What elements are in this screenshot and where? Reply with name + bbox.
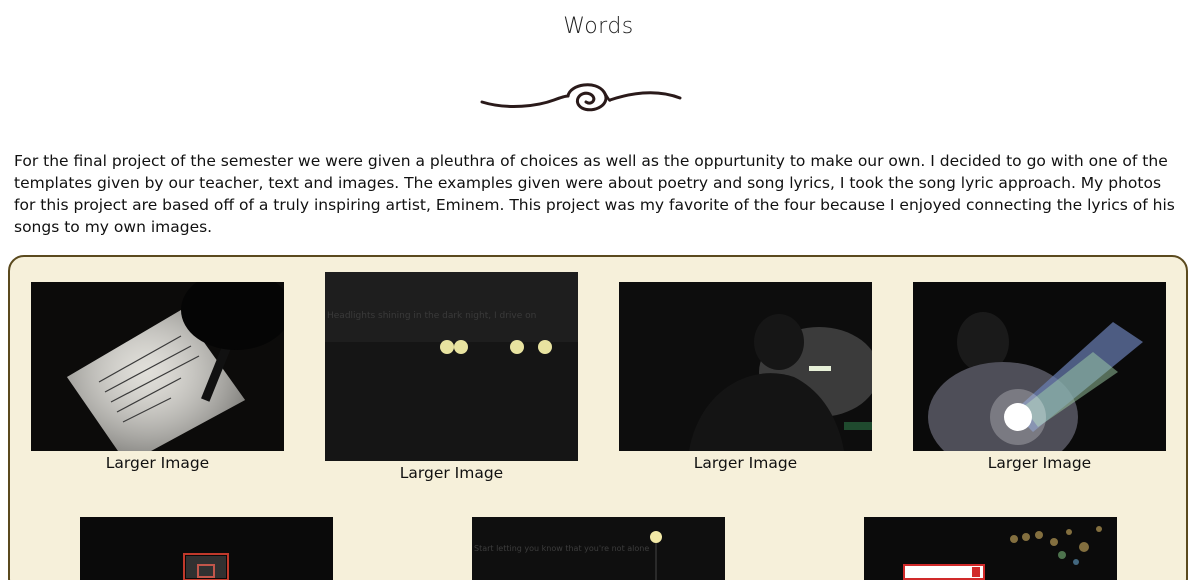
page-title: Words [563,14,634,39]
streetlight-photo-icon: Start letting you know that you're not a… [472,517,725,580]
gallery-thumb-notebook[interactable] [31,282,284,451]
basketball-hoop-photo-icon [80,517,333,580]
photo-overlay-text: Headlights shining in the dark night, I … [327,311,536,321]
man-with-light-flare-photo-icon [913,282,1166,451]
larger-image-link[interactable]: Larger Image [325,464,578,482]
gallery-thumb-hoop[interactable] [80,517,333,580]
gallery-thumb-lamp[interactable] [619,282,872,451]
photo-overlay-text: Start letting you know that you're not a… [474,544,649,553]
image-gallery: Larger Image Headlights shining in the d… [8,255,1188,580]
swirl-ornament-icon [480,83,682,112]
intro-paragraph: For the final project of the semester we… [14,152,1175,236]
man-by-lamp-photo-icon [619,282,872,451]
night-headlights-photo-icon: Headlights shining in the dark night, I … [325,272,578,461]
gallery-thumb-streetlight[interactable]: Start letting you know that you're not a… [472,517,725,580]
larger-image-link[interactable]: Larger Image [31,454,284,472]
gallery-thumb-headlights[interactable]: Headlights shining in the dark night, I … [325,272,578,461]
notebook-pen-photo-icon [31,282,284,451]
gallery-thumb-flare[interactable] [913,282,1166,451]
larger-image-link[interactable]: Larger Image [619,454,872,472]
gallery-thumb-bokeh[interactable] [864,517,1117,580]
larger-image-link[interactable]: Larger Image [913,454,1166,472]
phone-bokeh-photo-icon [864,517,1117,580]
